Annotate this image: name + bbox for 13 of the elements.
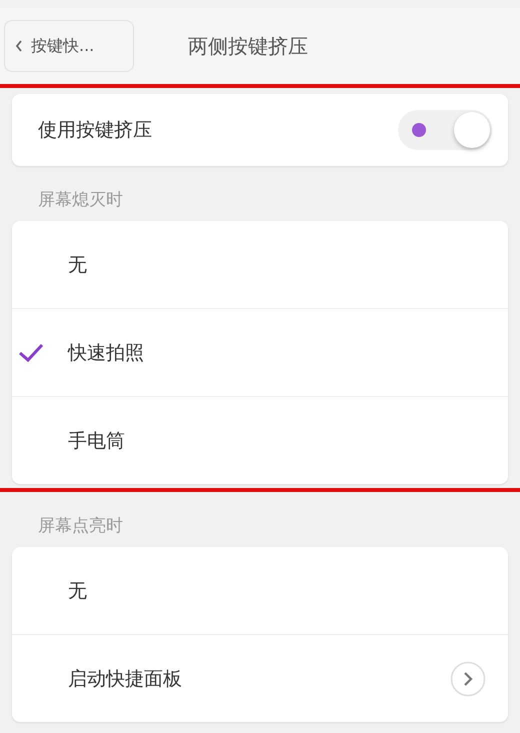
toggle-switch[interactable]	[398, 110, 492, 150]
chevron-right-icon	[450, 660, 486, 696]
section-header: 屏幕点亮时	[37, 515, 124, 538]
page-title: 两侧按键挤压	[188, 32, 308, 60]
option-row[interactable]: 快速拍照	[12, 309, 508, 396]
section-header: 屏幕熄灭时	[37, 189, 124, 212]
back-icon	[15, 40, 23, 52]
option-row[interactable]: 无	[12, 547, 508, 634]
back-button[interactable]: 按键快...	[4, 20, 134, 72]
setting-label: 使用按键挤压	[38, 118, 152, 143]
option-row[interactable]: 手电筒	[12, 397, 508, 484]
link-row[interactable]: 启动快捷面板	[12, 635, 508, 722]
option-row[interactable]: 无	[12, 221, 508, 308]
